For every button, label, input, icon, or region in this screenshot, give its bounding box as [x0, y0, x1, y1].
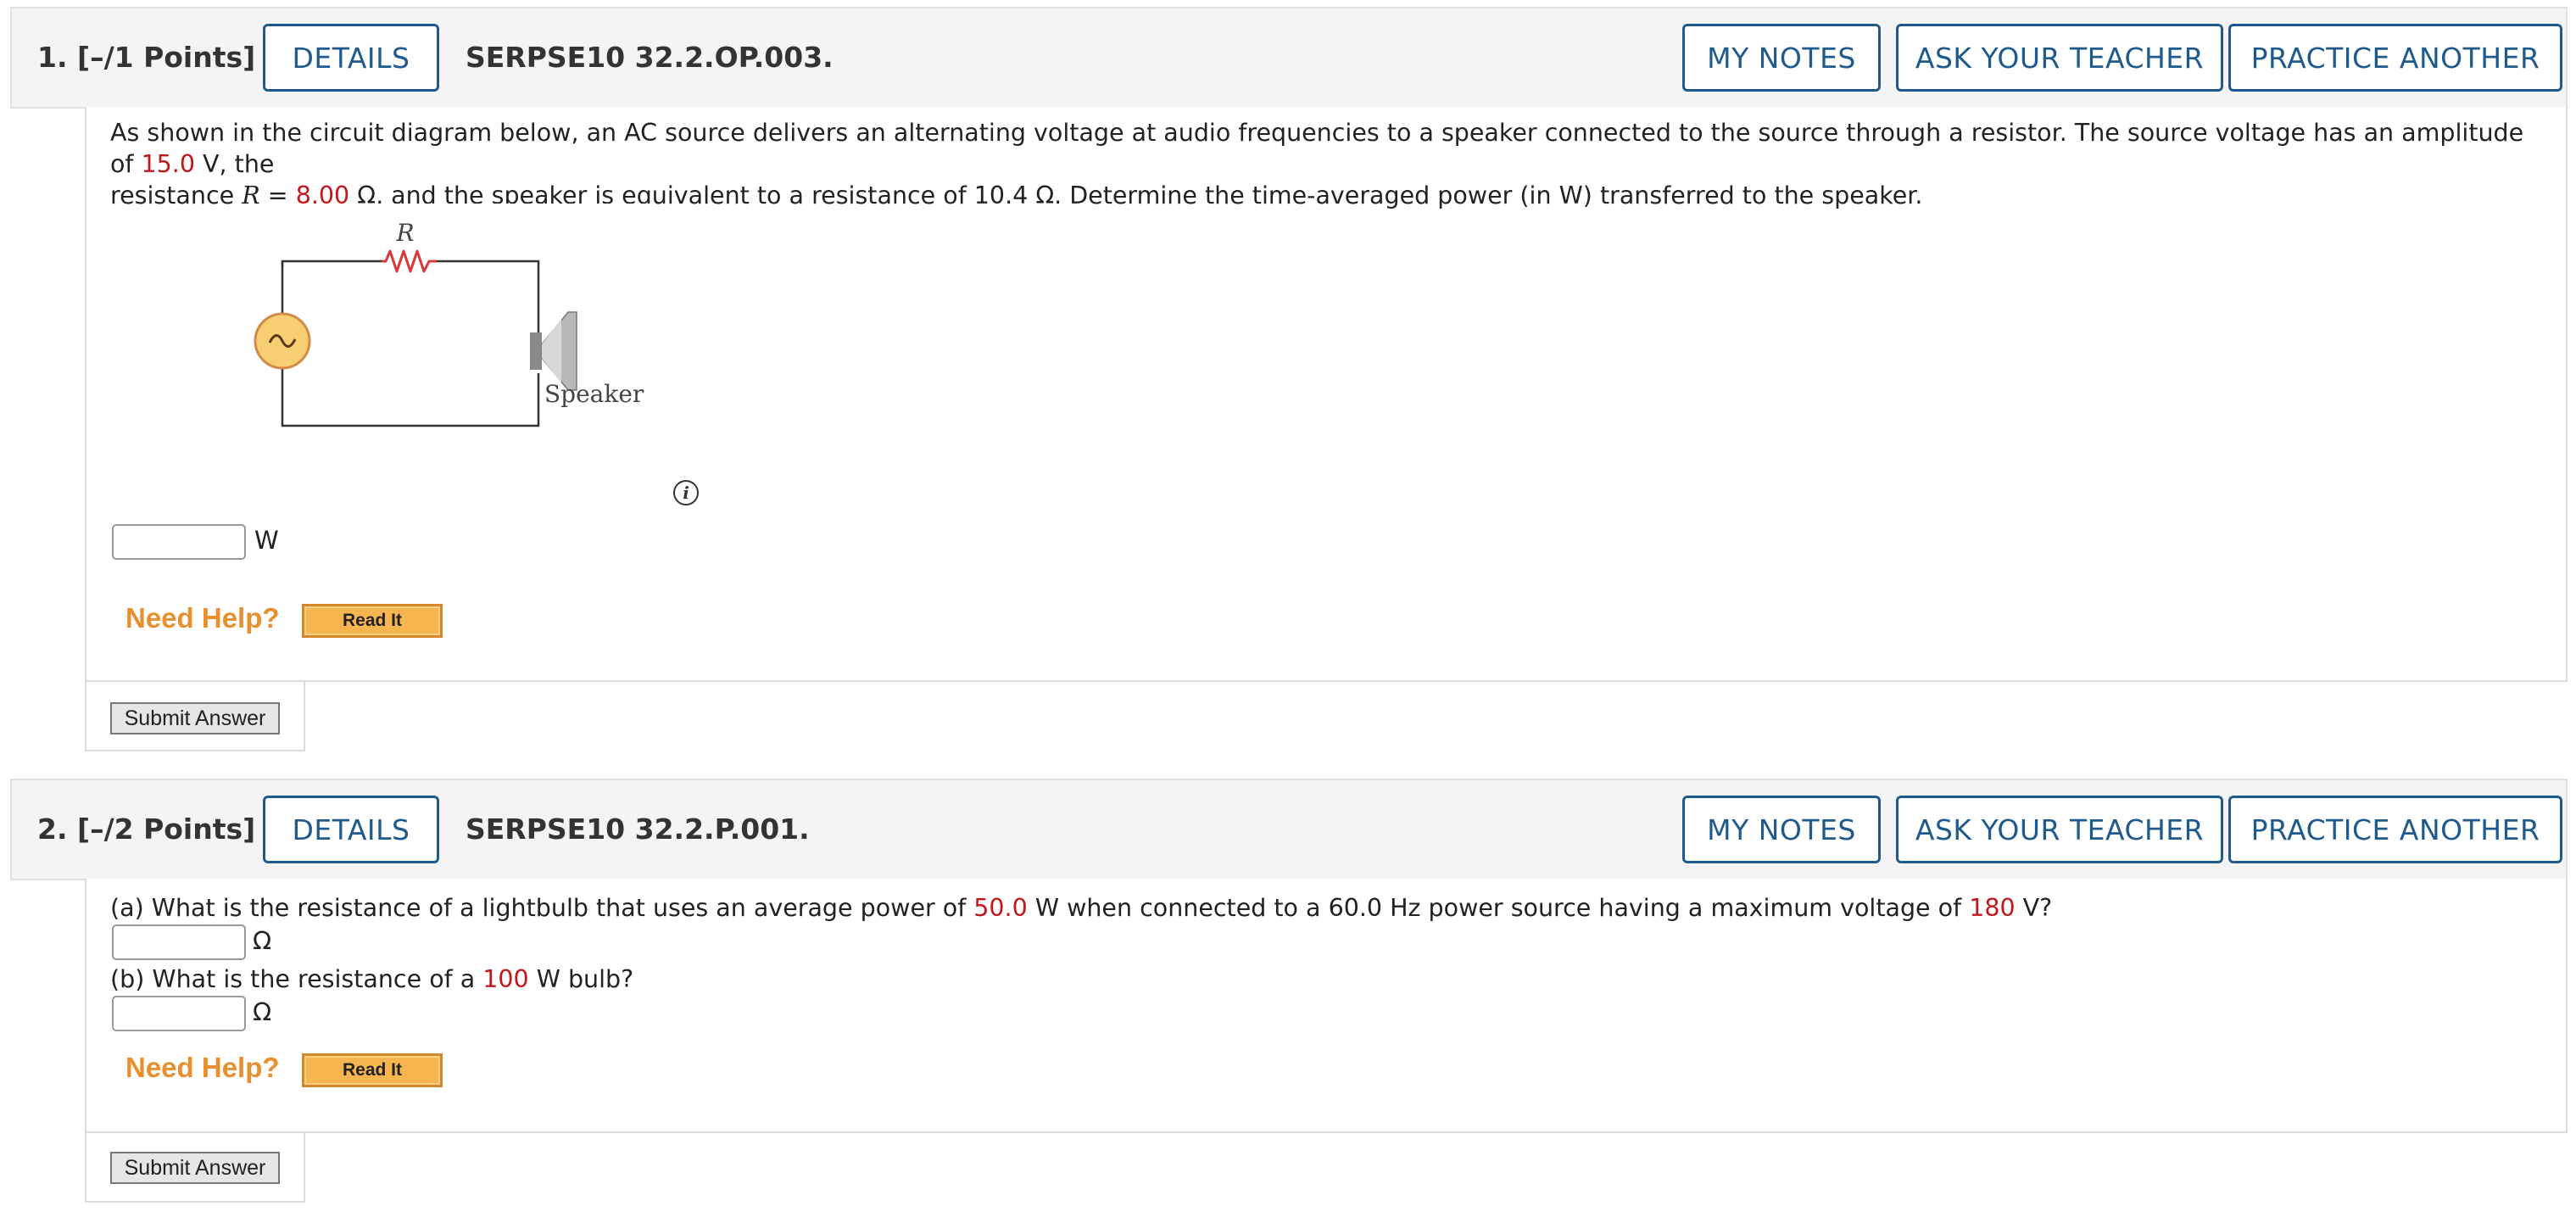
read-it-button[interactable]: Read It	[302, 604, 443, 638]
my-notes-button[interactable]: MY NOTES	[1682, 796, 1881, 863]
question-1-points: 1. [–/1 Points]	[37, 41, 256, 74]
speaker-icon	[530, 311, 577, 391]
amplitude-value: 15.0	[141, 150, 195, 178]
question-2-header: 2. [–/2 Points] DETAILS SERPSE10 32.2.P.…	[10, 779, 2568, 880]
submit-answer-button[interactable]: Submit Answer	[110, 1152, 280, 1184]
circuit-diagram: R Speaker	[246, 204, 653, 441]
resistance-a-unit-label: Ω	[253, 926, 272, 955]
info-icon[interactable]: i	[673, 480, 699, 505]
question-1-header: 1. [–/1 Points] DETAILS SERPSE10 32.2.OP…	[10, 7, 2568, 109]
q2b-text-part: W bulb?	[528, 965, 634, 993]
submit-answer-button[interactable]: Submit Answer	[110, 702, 280, 734]
resistor-icon	[382, 249, 437, 273]
q1-text-part: As shown in the circuit diagram below, a…	[110, 119, 2524, 178]
need-help-label: Need Help?	[125, 602, 280, 634]
ask-your-teacher-button[interactable]: ASK YOUR TEACHER	[1896, 796, 2223, 863]
practice-another-button[interactable]: PRACTICE ANOTHER	[2228, 796, 2562, 863]
question-1-code: SERPSE10 32.2.OP.003.	[466, 41, 834, 74]
details-button[interactable]: DETAILS	[263, 24, 439, 92]
question-2a-text: (a) What is the resistance of a lightbul…	[110, 892, 2552, 924]
read-it-button[interactable]: Read It	[302, 1053, 443, 1087]
power-unit-label: W	[254, 526, 279, 555]
resistor-label: R	[395, 219, 414, 247]
q1-text-part: resistance	[110, 181, 243, 209]
resistance-a-input[interactable]	[112, 924, 246, 960]
my-notes-button[interactable]: MY NOTES	[1682, 24, 1881, 92]
resistance-b-input[interactable]	[112, 996, 246, 1031]
q1-text-part: V, the	[195, 150, 275, 178]
practice-another-button[interactable]: PRACTICE ANOTHER	[2228, 24, 2562, 92]
q2a-text-part: (a) What is the resistance of a lightbul…	[110, 894, 974, 922]
question-1-text: As shown in the circuit diagram below, a…	[110, 117, 2552, 211]
resistance-b-unit-label: Ω	[253, 997, 272, 1026]
q2a-text-part: W when connected to a 60.0 Hz power sour…	[1027, 894, 1970, 922]
question-2-code: SERPSE10 32.2.P.001.	[466, 813, 810, 846]
q2b-text-part: (b) What is the resistance of a	[110, 965, 483, 993]
question-2b-text: (b) What is the resistance of a 100 W bu…	[110, 963, 2552, 995]
bulb-b-power-value: 100	[482, 965, 529, 993]
circuit-diagram-svg: R Speaker	[254, 219, 644, 427]
q2a-text-part: V?	[2015, 894, 2053, 922]
details-button[interactable]: DETAILS	[263, 796, 439, 863]
question-2-points: 2. [–/2 Points]	[37, 813, 256, 846]
speaker-label: Speaker	[544, 380, 644, 408]
bulb-power-value: 50.0	[973, 894, 1028, 922]
need-help-label: Need Help?	[125, 1052, 280, 1083]
power-answer-input[interactable]	[112, 524, 246, 560]
max-voltage-value: 180	[1969, 894, 2016, 922]
ask-your-teacher-button[interactable]: ASK YOUR TEACHER	[1896, 24, 2223, 92]
